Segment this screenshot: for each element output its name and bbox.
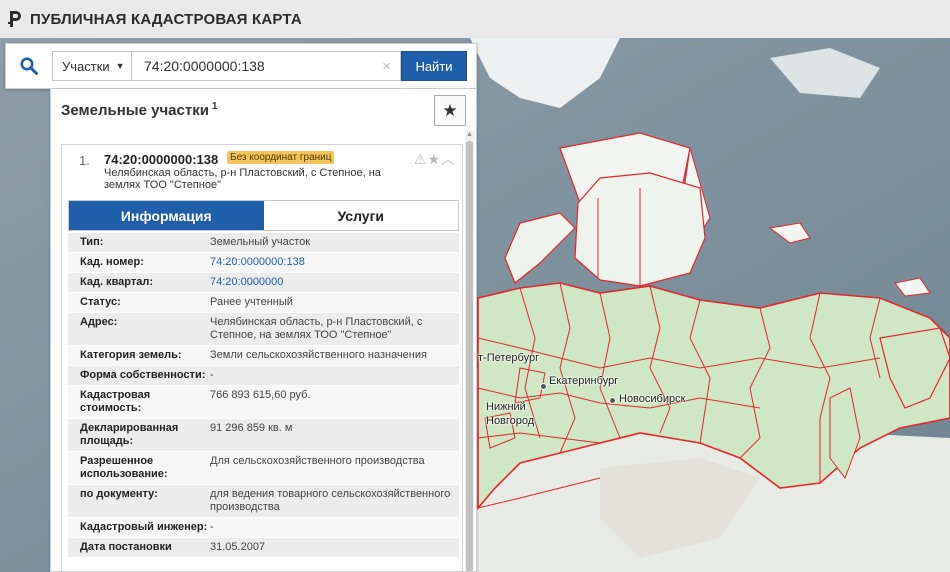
info-label: Форма собственности:	[80, 369, 206, 381]
info-label: Кадастровый инженер:	[80, 521, 208, 533]
info-label: Адрес:	[80, 316, 118, 328]
info-value: Ранее учтенный	[210, 296, 293, 308]
city-marker	[540, 383, 547, 390]
info-row: Разрешенное использование: Для сельскохоз…	[68, 452, 459, 485]
search-input[interactable]: 74:20:0000000:138 ×	[132, 51, 401, 81]
info-label: Дата постановки	[80, 541, 172, 553]
info-value: 31.05.2007	[210, 541, 266, 553]
info-value: Земли сельскохозяйственного назначения	[210, 349, 427, 361]
results-count: 1	[211, 100, 218, 112]
info-row: Кадастровый инженер: -	[68, 518, 459, 538]
clear-icon[interactable]: ×	[382, 58, 391, 75]
find-button[interactable]: Найти	[401, 51, 467, 81]
cad-number-link[interactable]: 74:20:0000000:138	[210, 256, 313, 269]
caret-down-icon: ▼	[115, 61, 125, 71]
search-type-label: Участки	[62, 58, 110, 74]
scrollbar-thumb[interactable]	[466, 141, 473, 571]
info-label: Кад. номер:	[80, 256, 144, 268]
info-label: по документу:	[80, 488, 158, 500]
warning-icon[interactable]: ⚠	[414, 151, 428, 167]
info-row: Кад. квартал: 74:20:0000000	[68, 273, 459, 293]
info-row: Кадастровая стоимость: 766 893 615,60 руб…	[68, 386, 459, 419]
result-card: 1. 74:20:0000000:138 Без координат грани…	[61, 144, 463, 571]
results-panel: Земельные участки 1 ★ ▲ 1. 74:20:0000000:…	[50, 89, 477, 572]
info-label: Кад. квартал:	[80, 276, 154, 288]
rosreestr-logo-icon[interactable]	[8, 10, 22, 28]
search-icon[interactable]	[6, 44, 52, 88]
info-row: Декларированная площадь: 91 296 859 кв. м	[68, 419, 459, 452]
info-row: Статус: Ранее учтенный	[68, 293, 459, 313]
info-label: Кадастровая стоимость:	[80, 389, 151, 414]
search-type-select[interactable]: Участки ▼	[52, 51, 132, 81]
panel-title-text: Земельные участки	[61, 101, 209, 119]
info-value: Земельный участок	[210, 236, 311, 248]
search-bar: Участки ▼ 74:20:0000000:138 × Найти	[5, 43, 477, 89]
star-icon: ★	[442, 100, 458, 120]
tab-services[interactable]: Услуги	[263, 201, 458, 230]
status-badge: Без координат границ	[227, 151, 335, 164]
result-cad-number[interactable]: 74:20:0000000:138	[104, 152, 218, 167]
city-label: Нижний	[486, 401, 526, 413]
panel-title: Земельные участки 1	[61, 101, 217, 119]
city-marker	[609, 397, 616, 404]
info-value: Для сельскохозяйственного производства	[210, 455, 425, 467]
info-value: -	[210, 521, 214, 533]
favorites-button[interactable]: ★	[434, 95, 466, 126]
chevron-up-icon[interactable]: ︿	[441, 151, 456, 167]
panel-header: Земельные участки 1 ★	[51, 89, 476, 130]
info-label: Декларированная площадь:	[80, 422, 179, 447]
result-index: 1.	[79, 153, 90, 168]
city-label: Новосибирск	[619, 393, 686, 405]
tab-bar: Информация Услуги	[68, 200, 459, 231]
result-header[interactable]: 1. 74:20:0000000:138 Без координат грани…	[62, 145, 462, 195]
info-row: по документу: для ведения товарного сельс…	[68, 485, 459, 518]
star-icon[interactable]: ★	[427, 151, 441, 167]
info-row: Дата постановки 31.05.2007	[68, 538, 459, 558]
info-row: Категория земель: Земли сельскохозяйствен…	[68, 346, 459, 366]
info-value: 91 296 859 кв. м	[210, 422, 293, 434]
info-value: 766 893 615,60 руб.	[210, 389, 311, 401]
city-label: Новгород	[486, 415, 535, 427]
info-label: Разрешенное использование:	[80, 455, 168, 480]
info-label: Тип:	[80, 236, 104, 248]
info-value: для ведения товарного сельскохозяйственн…	[210, 488, 451, 513]
scroll-up-arrow-icon[interactable]: ▲	[465, 130, 474, 139]
info-row: Адрес: Челябинская область, р-н Пластовск…	[68, 313, 459, 346]
info-label: Статус:	[80, 296, 121, 308]
tab-information[interactable]: Информация	[69, 201, 264, 230]
search-query: 74:20:0000000:138	[144, 58, 265, 74]
result-actions: ⚠★︿	[414, 149, 456, 169]
cad-quarter-link[interactable]: 74:20:0000000	[210, 276, 291, 289]
city-label: Екатеринбург	[549, 375, 619, 387]
result-address: Челябинская область, р-н Пластовский, с …	[104, 167, 381, 191]
app-title: ПУБЛИЧНАЯ КАДАСТРОВАЯ КАРТА	[30, 10, 302, 28]
info-row: Кад. номер: 74:20:0000000:138	[68, 253, 459, 273]
top-bar: ПУБЛИЧНАЯ КАДАСТРОВАЯ КАРТА	[0, 0, 950, 38]
info-table: Тип: Земельный участок Кад. номер: 74:20:0…	[68, 233, 459, 558]
info-row: Тип: Земельный участок	[68, 233, 459, 253]
info-label: Категория земель:	[80, 349, 182, 361]
info-value: Челябинская область, р-н Пластовский, с …	[210, 316, 423, 341]
info-value: -	[210, 369, 214, 381]
city-label: т-Петербург	[478, 352, 540, 364]
info-row: Форма собственности: -	[68, 366, 459, 386]
